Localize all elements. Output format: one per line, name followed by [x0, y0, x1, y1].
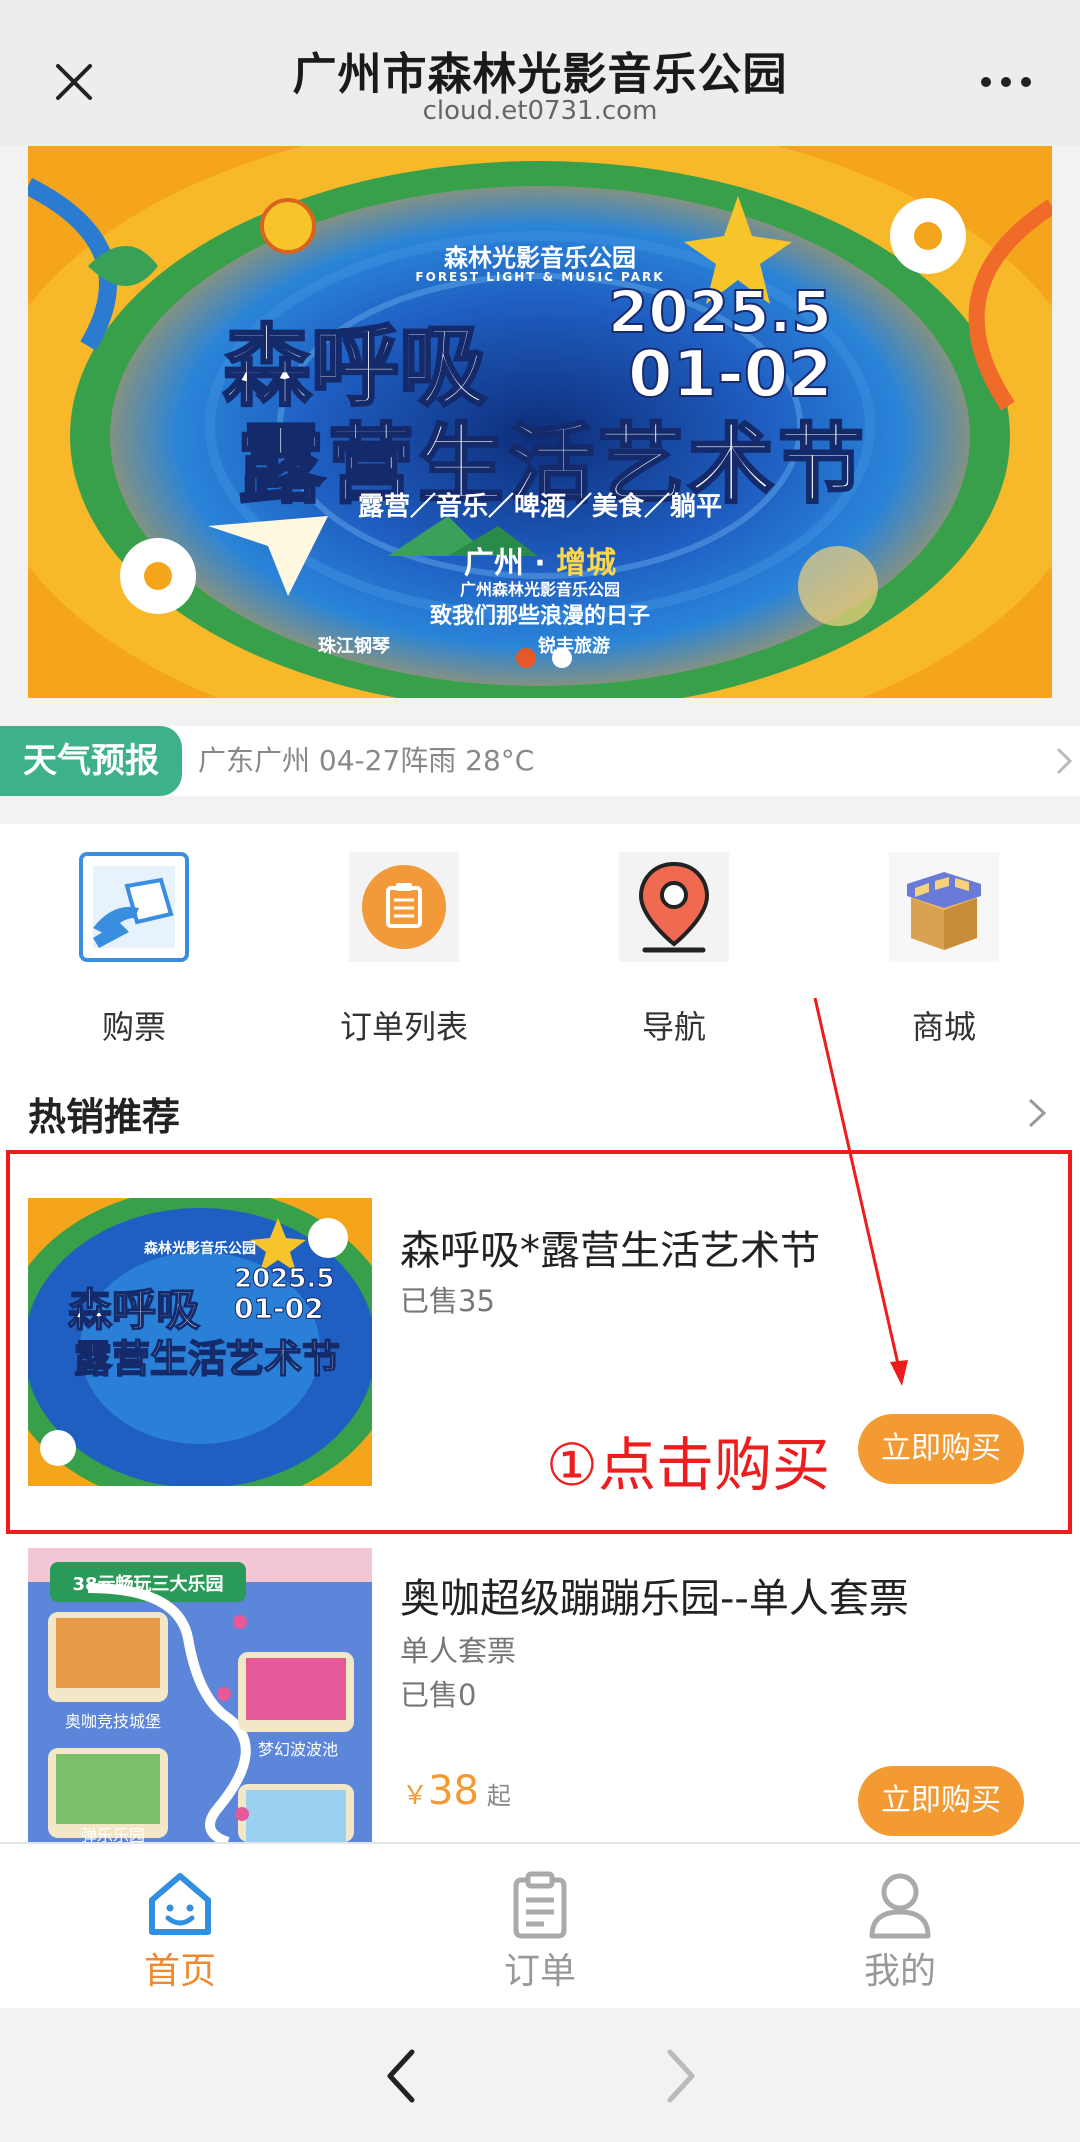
weather-strip[interactable]: 天气预报 广东广州 04-27阵雨 28°C [0, 726, 1080, 796]
quicknav-label: 购票 [101, 1008, 166, 1046]
section-title: 热销推荐 [28, 1095, 181, 1139]
browser-nav-bar [0, 2008, 1080, 2142]
annotation-highlight-box [6, 1150, 1072, 1534]
back-arrow-icon[interactable] [384, 2048, 418, 2104]
thumb-spot-label: 弹乐乐园 [80, 1826, 145, 1842]
quick-nav: 购票 订单列表 导航 商城 [0, 824, 1080, 1054]
product-price: ￥38 起 [402, 1768, 511, 1814]
quicknav-shop[interactable]: 商城 [854, 852, 1034, 1046]
ticket-icon [79, 852, 189, 962]
thumb-title: 38元畅玩三大乐园 [72, 1574, 224, 1595]
clipboard-icon [513, 1871, 567, 1939]
banner-date-year: 2025.5 [607, 277, 833, 347]
banner-sponsor-1: 珠江钢琴 [318, 636, 390, 657]
annotation-text: ①点击购买 [546, 1431, 830, 1499]
weather-info: 广东广州 04-27阵雨 28°C [198, 744, 535, 777]
banner-place-sub: 广州森林光影音乐公园 [459, 580, 620, 599]
quicknav-order-list[interactable]: 订单列表 [314, 852, 494, 1046]
tab-profile[interactable]: 我的 [800, 1844, 1000, 2010]
carousel-dot-active[interactable] [552, 648, 572, 668]
buy-now-button[interactable]: 立即购买 [858, 1766, 1024, 1836]
shop-icon [889, 852, 999, 962]
product-type: 单人套票 [400, 1634, 517, 1668]
quicknav-label: 商城 [911, 1008, 976, 1046]
bottom-tab-bar: 首页 订单 我的 [0, 1842, 1080, 2008]
price-suffix: 起 [486, 1782, 511, 1810]
home-icon [149, 1873, 211, 1935]
thumb-spot-label: 梦幻波波池 [257, 1740, 338, 1759]
banner-carousel[interactable]: 森林光影音乐公园 FOREST LIGHT & MUSIC PARK 森呼吸 2… [28, 146, 1052, 698]
product-sold-count: 已售0 [400, 1678, 477, 1712]
product-thumbnail[interactable]: 38元畅玩三大乐园 奥咖竞技城堡 梦幻波波池 弹乐乐园 [28, 1548, 372, 1842]
order-list-icon [349, 852, 459, 962]
tab-home[interactable]: 首页 [80, 1844, 280, 2010]
carousel-indicator [516, 648, 576, 668]
banner-brand: 森林光影音乐公园 [444, 244, 636, 272]
product-name[interactable]: 奥咖超级蹦蹦乐园--单人套票 [400, 1566, 909, 1624]
location-pin-icon [619, 852, 729, 962]
chevron-right-icon [1056, 747, 1073, 775]
product-card[interactable]: 38元畅玩三大乐园 奥咖竞技城堡 梦幻波波池 弹乐乐园 奥咖超级蹦蹦乐园--单人… [0, 1548, 1080, 1842]
quicknav-label: 导航 [641, 1008, 706, 1046]
page-title: 广州市森林光影音乐公园 [292, 49, 788, 100]
more-icon[interactable] [980, 72, 1032, 92]
user-icon [869, 1873, 931, 1939]
page-domain: cloud.et0731.com [422, 96, 658, 126]
banner-tags: 露营／音乐／啤酒／美食／躺平 [357, 492, 722, 522]
price-symbol: ￥ [402, 1781, 429, 1811]
quicknav-buy-ticket[interactable]: 购票 [44, 852, 224, 1046]
tab-label: 我的 [863, 1951, 936, 1992]
banner-motto: 致我们那些浪漫的日子 [429, 604, 650, 629]
quicknav-label: 订单列表 [339, 1008, 468, 1046]
thumb-spot-label: 奥咖竞技城堡 [64, 1712, 161, 1731]
tab-label: 首页 [143, 1951, 216, 1992]
tab-label: 订单 [503, 1951, 576, 1992]
banner-brand-en: FOREST LIGHT & MUSIC PARK [415, 270, 665, 284]
price-value: 38 [428, 1768, 479, 1814]
quicknav-navigation[interactable]: 导航 [584, 852, 764, 1046]
forward-arrow-icon[interactable] [664, 2048, 698, 2104]
title-bar: 广州市森林光影音乐公园 cloud.et0731.com [0, 0, 1080, 146]
weather-tag: 天气预报 [0, 726, 182, 796]
carousel-dot[interactable] [516, 648, 536, 668]
chevron-right-icon[interactable] [1026, 1096, 1048, 1130]
tab-orders[interactable]: 订单 [440, 1844, 640, 2010]
